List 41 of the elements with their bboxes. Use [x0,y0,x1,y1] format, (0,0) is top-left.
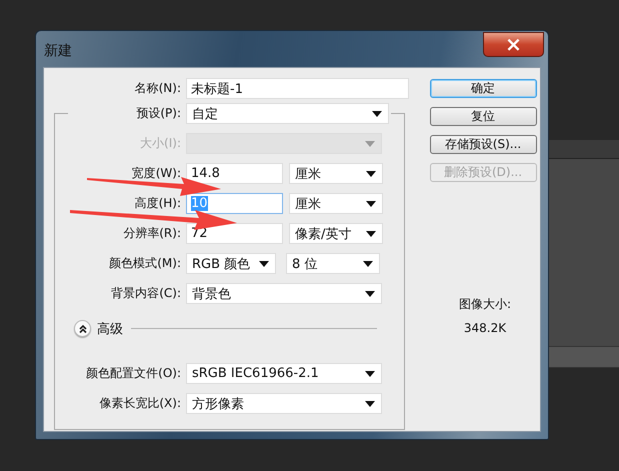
dropdown[interactable]: 方形像素 [186,393,382,414]
field-label: 宽度(W): [130,165,182,182]
field-label: 大小(I): [139,135,182,152]
field-label: 名称(N): [134,80,182,97]
image-size-label: 图像大小: [458,296,512,313]
dialog-button[interactable]: 存储预设(S)... [430,135,536,154]
dialog-button[interactable]: 复位 [430,107,536,126]
dropdown[interactable]: 背景色 [186,283,382,304]
caret-icon [366,170,376,176]
dropdown[interactable]: 厘米 [289,193,383,214]
field-label: 像素长宽比(X): [98,395,182,412]
caret-icon [365,140,375,146]
dropdown[interactable]: RGB 颜色 [186,253,276,274]
caret-icon [363,260,373,266]
window-title: 新建 [43,42,72,60]
field-label: 背景内容(C): [110,285,182,302]
caret-icon [365,400,375,406]
caret-icon [372,110,382,116]
field-label: 颜色配置文件(O): [85,365,182,382]
caret-icon [365,290,375,296]
dropdown[interactable]: 自定 [186,103,389,124]
caret-icon [259,260,269,266]
caret-icon [366,200,376,206]
field-label: 预设(P): [135,105,182,122]
name-field[interactable]: 未标题-1 [186,78,409,99]
dropdown[interactable]: 8 位 [286,253,380,274]
close-button[interactable]: × [483,32,544,56]
chevron-up-icon [78,324,88,334]
caret-icon [366,230,376,236]
caret-icon [365,370,375,376]
dropdown[interactable]: 厘米 [289,163,383,184]
dropdown[interactable]: sRGB IEC61966-2.1 [186,363,382,384]
collapse-button[interactable] [74,320,91,337]
dropdown[interactable]: 像素/英寸 [289,223,383,244]
field-label: 颜色模式(M): [108,255,182,272]
field-label: 高度(H): [134,195,182,212]
section-label: 高级 [97,320,123,338]
input-field[interactable]: 14.8 [186,163,283,184]
dialog-button[interactable]: 确定 [430,79,536,98]
image-size-value: 348.2K [464,321,506,335]
field-label: 分辨率(R): [122,225,182,242]
